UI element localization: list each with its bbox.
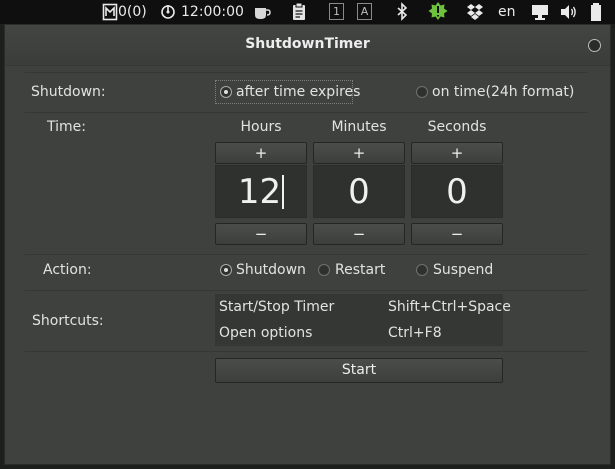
minutes-field[interactable]: 0 [313, 165, 405, 218]
seconds-value: 0 [446, 172, 468, 212]
divider [25, 72, 587, 73]
option-on-time-label[interactable]: on time(24h format) [432, 84, 574, 100]
option-after-time-expires-label[interactable]: after time expires [236, 84, 360, 100]
power-icon[interactable] [160, 0, 176, 24]
minutes-increment-button[interactable]: + [313, 142, 405, 164]
mail-count: 0(0) [118, 4, 147, 20]
volume-icon[interactable] [560, 0, 578, 24]
action-suspend-label[interactable]: Suspend [433, 262, 493, 278]
mail-icon[interactable] [102, 0, 118, 24]
window-titlebar[interactable]: ShutdownTimer [5, 25, 610, 66]
time-label: Time: [47, 119, 86, 135]
shortcut-keys: Ctrl+F8 [388, 325, 442, 341]
top-panel: 0(0) 12:00:00 1 A en [0, 0, 615, 24]
action-shutdown-label[interactable]: Shutdown [236, 262, 306, 278]
clipboard-icon[interactable] [292, 0, 306, 24]
shortcuts-table: Start/Stop Timer Shift+Ctrl+Space Open o… [215, 294, 511, 346]
bluetooth-icon[interactable] [395, 0, 409, 24]
clock[interactable]: 12:00:00 [181, 0, 244, 24]
divider [25, 254, 587, 255]
seconds-column-label: Seconds [427, 119, 487, 135]
shortcut-keys: Shift+Ctrl+Space [388, 299, 511, 315]
divider [25, 112, 587, 113]
text-cursor [282, 175, 285, 209]
radio-action-restart[interactable] [318, 264, 330, 276]
dropbox-icon[interactable] [466, 0, 484, 24]
coffee-icon[interactable] [253, 0, 271, 24]
battery-icon[interactable] [589, 0, 603, 24]
divider [25, 351, 587, 352]
hours-increment-button[interactable]: + [215, 142, 307, 164]
minutes-decrement-button[interactable]: − [313, 223, 405, 245]
shortcut-name: Open options [219, 325, 313, 341]
minutes-value: 0 [348, 172, 370, 212]
radio-after-time-expires[interactable] [220, 86, 232, 98]
update-badge-icon[interactable] [428, 0, 448, 24]
radio-action-shutdown[interactable] [220, 264, 232, 276]
workspace-1-indicator[interactable]: 1 [329, 3, 344, 20]
seconds-increment-button[interactable]: + [411, 142, 503, 164]
divider [25, 290, 587, 291]
hours-value: 12 [237, 172, 282, 212]
workspace-2-indicator[interactable]: A [357, 3, 372, 20]
shortcuts-label: Shortcuts: [32, 313, 104, 329]
hours-column-label: Hours [240, 119, 282, 135]
options-panel: Shutdown: after time expires on time(24h… [25, 65, 592, 464]
keyboard-layout[interactable]: en [498, 0, 516, 24]
seconds-field[interactable]: 0 [411, 165, 503, 218]
action-label: Action: [43, 262, 92, 278]
shutdown-label: Shutdown: [31, 84, 106, 100]
hours-field[interactable]: 12 [215, 165, 307, 218]
display-icon[interactable] [531, 0, 549, 24]
window-title: ShutdownTimer [245, 36, 370, 52]
shortcut-name: Start/Stop Timer [219, 299, 335, 315]
action-restart-label[interactable]: Restart [335, 262, 385, 278]
radio-action-suspend[interactable] [416, 264, 428, 276]
window-close-button[interactable] [588, 39, 601, 52]
shutdown-timer-window: ShutdownTimer Shutdown: after time expir… [4, 24, 611, 465]
seconds-decrement-button[interactable]: − [411, 223, 503, 245]
hours-decrement-button[interactable]: − [215, 223, 307, 245]
radio-on-time[interactable] [416, 86, 428, 98]
start-button[interactable]: Start [215, 358, 503, 383]
minutes-column-label: Minutes [331, 119, 387, 135]
